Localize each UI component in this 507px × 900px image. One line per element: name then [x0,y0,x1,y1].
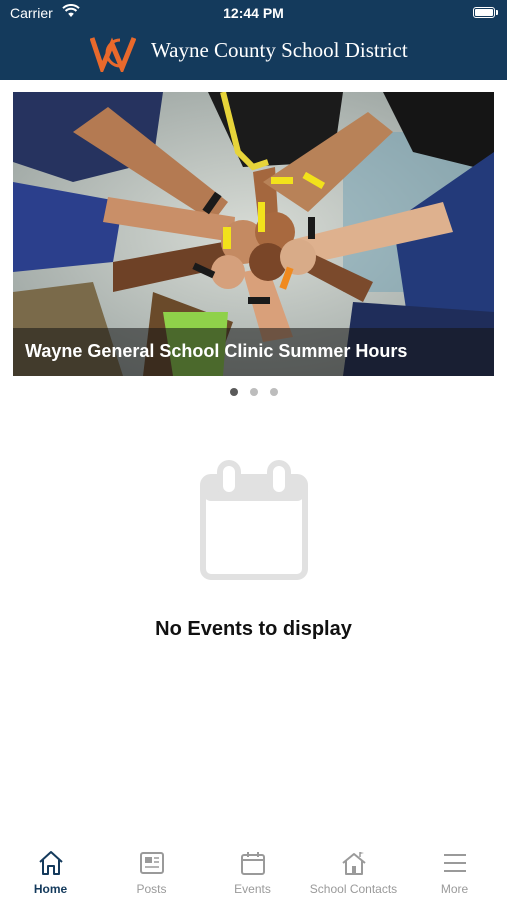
menu-icon [443,854,466,872]
app-header: Wayne County School District [0,28,507,80]
tab-posts[interactable]: Posts [101,842,202,900]
carousel-pager[interactable] [0,388,507,398]
tab-more[interactable]: More [404,842,505,900]
status-bar: Carrier 12:44 PM [0,0,507,28]
pager-dot[interactable] [269,388,278,396]
carousel-caption-bar: Wayne General School Clinic Summer Hours [13,328,494,376]
news-carousel[interactable]: Wayne General School Clinic Summer Hours [13,92,494,376]
pager-dot[interactable] [229,388,238,396]
battery-icon [473,7,495,18]
tab-label: School Contacts [309,882,398,896]
school-icon [341,852,366,875]
tab-events[interactable]: Events [202,842,303,900]
battery-tip [496,10,498,15]
home-icon [38,851,63,875]
carousel-caption[interactable]: Wayne General School Clinic Summer Hours [25,341,407,362]
pager-dot[interactable] [249,388,258,396]
tab-label: Home [33,882,68,896]
clock: 12:44 PM [223,5,284,21]
tab-home[interactable]: Home [0,842,101,900]
tab-label: More [440,882,469,896]
tab-school-contacts[interactable]: School Contacts [303,842,404,900]
tab-label: Posts [136,882,167,896]
app-title: Wayne County School District [151,38,408,62]
district-logo [90,37,136,72]
calendar-empty-icon [200,460,308,580]
newspaper-icon [139,852,164,874]
tab-label: Events [234,882,271,896]
tab-bar: Home Posts Events School Contacts More [0,842,507,900]
empty-events-message: No Events to display [155,618,352,640]
calendar-icon [240,852,265,875]
